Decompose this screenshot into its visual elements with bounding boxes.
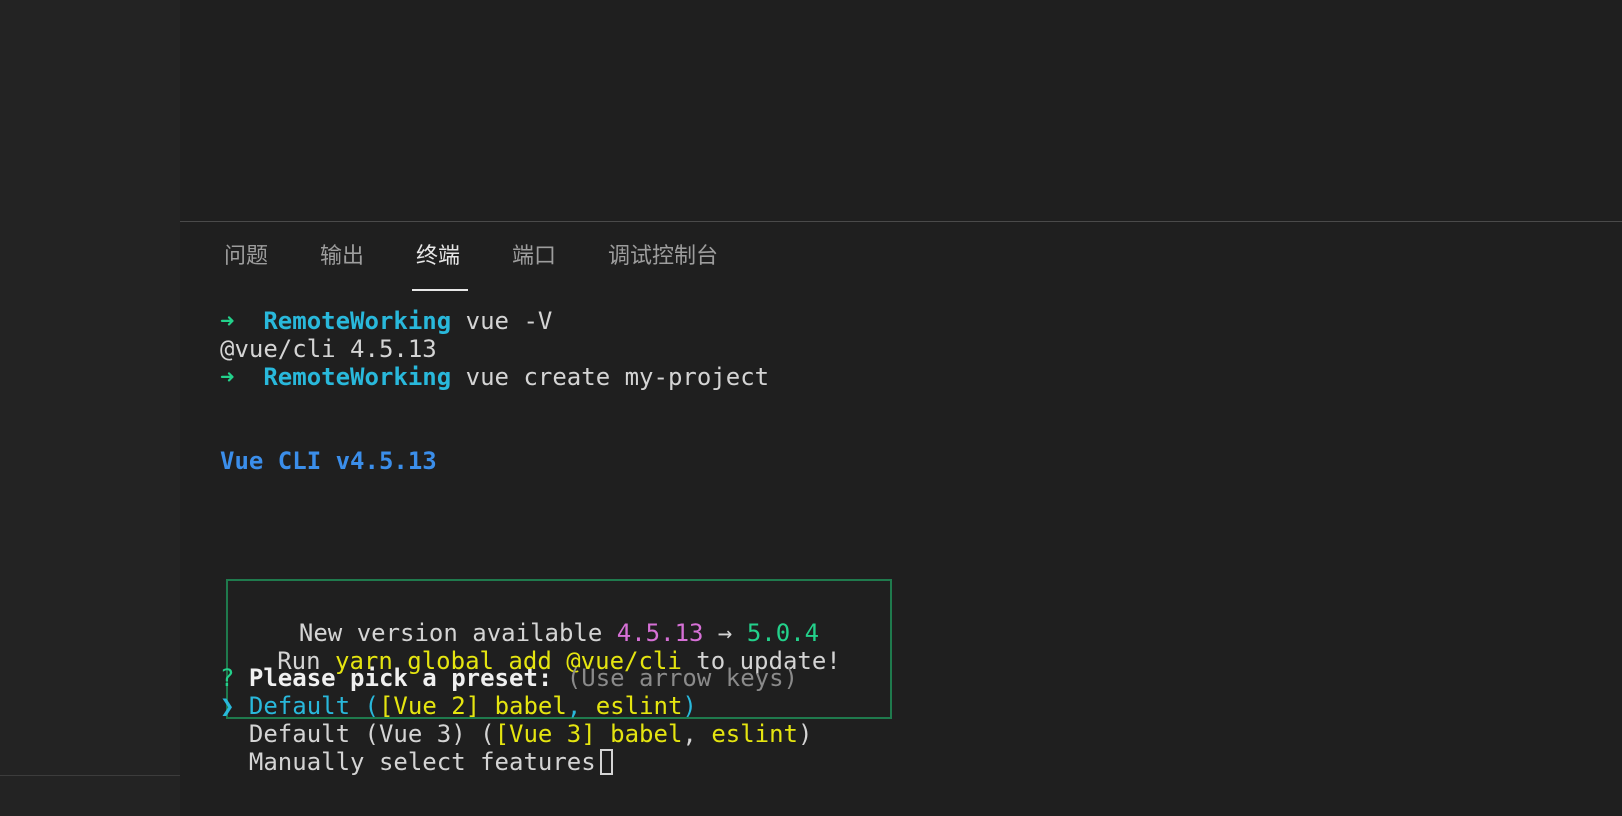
preset-option-name: Default [248,692,351,720]
preset-option-name: Manually select features [248,748,596,776]
preset-option[interactable]: Default (Vue 3) ([Vue 3] babel, eslint) [220,720,813,748]
preset-option-detail: eslint [595,692,683,720]
sidebar-divider [0,775,180,776]
terminal-line: ? Please pick a preset: (Use arrow keys) [220,664,798,692]
preset-hint: (Use arrow keys) [566,664,798,692]
terminal-line: ➜ RemoteWorking vue create my-project [220,363,769,391]
terminal-line: ➜ RemoteWorking vue -V [220,307,552,335]
preset-option-detail: [Vue 2] babel [378,692,567,720]
old-version: 4.5.13 [616,619,704,647]
preset-option-selected[interactable]: ❯ Default ([Vue 2] babel, eslint) [220,692,697,720]
terminal-line: @vue/cli 4.5.13 [220,335,437,363]
new-version: 5.0.4 [746,619,820,647]
prompt-arrow-icon: ➜ [220,363,235,391]
preset-option-paren: ) [798,720,813,748]
tab-terminal[interactable]: 终端 [416,242,460,272]
prompt-directory: RemoteWorking [263,363,452,391]
version-arrow: → [703,619,747,647]
active-tab-indicator [412,289,468,291]
panel-tabs: 问题 输出 终端 端口 调试控制台 [180,222,1622,292]
preset-option-paren: ( [465,720,495,748]
terminal-line: Vue CLI v4.5.13 [220,447,437,475]
tab-ports[interactable]: 端口 [512,242,556,272]
preset-option-detail: eslint [711,720,799,748]
update-notice-line: New version available 4.5.13 → 5.0.4 [228,619,890,647]
prompt-directory: RemoteWorking [263,307,452,335]
preset-question: Please pick a preset: [248,664,553,692]
command-output: @vue/cli 4.5.13 [220,335,437,363]
preset-option-paren: ( [350,692,379,720]
preset-option[interactable]: Manually select features [220,748,613,776]
cli-banner: Vue CLI v4.5.13 [220,447,437,475]
editor-area[interactable] [180,0,1622,222]
command-text: vue -V [465,307,553,335]
prompt-arrow-icon: ➜ [220,307,235,335]
question-mark-icon: ? [220,664,235,692]
selector-chevron-icon: ❯ [220,692,235,720]
preset-option-comma: , [682,720,712,748]
left-sidebar [0,0,180,816]
terminal-output[interactable]: ➜ RemoteWorking vue -V @vue/cli 4.5.13 ➜… [220,307,1600,807]
preset-option-detail: [Vue 3] babel [494,720,683,748]
preset-option-comma: , [566,692,596,720]
tab-output[interactable]: 输出 [320,242,364,272]
terminal-cursor [599,749,613,775]
tab-problems[interactable]: 问题 [224,242,268,272]
preset-option-name: Default (Vue 3) [248,720,466,748]
preset-option-paren: ) [682,692,697,720]
tab-debug-console[interactable]: 调试控制台 [608,242,718,272]
command-text: vue create my-project [465,363,770,391]
bottom-panel: 问题 输出 终端 端口 调试控制台 ➜ RemoteWorking vue -V… [180,222,1622,816]
update-notice-text: New version available [298,619,617,647]
